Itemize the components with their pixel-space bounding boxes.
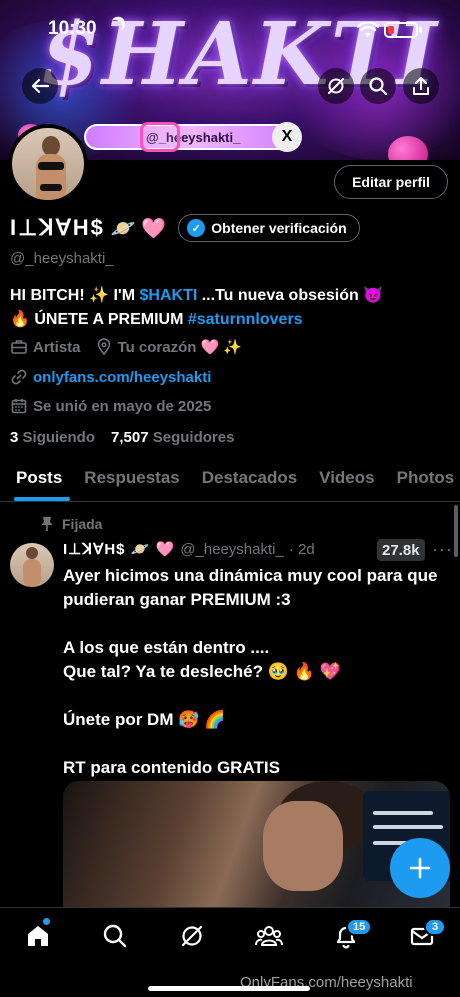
avatar-figure — [38, 162, 64, 170]
plus-icon — [409, 857, 431, 879]
post-author-name[interactable]: I⊥ꓘ∀H$ 🪐 🩷 — [63, 540, 175, 558]
post-more-icon[interactable]: ··· — [432, 539, 453, 560]
scrollbar[interactable] — [454, 505, 458, 557]
follow-stats: 3 Siguiendo 7,507 Seguidores — [10, 429, 234, 446]
media-screen-text — [373, 825, 443, 829]
active-tab-indicator — [14, 497, 70, 501]
profile-name-row: I⊥ꓘ∀H$ 🪐 🩷 ✓ Obtener verificación — [10, 214, 360, 242]
tab-highlights[interactable]: Destacados — [191, 456, 308, 501]
post-text: Ayer hicimos una dinámica muy cool para … — [63, 566, 438, 777]
communities-icon — [255, 926, 283, 946]
status-bar: 10:30 — [0, 0, 460, 60]
focus-moon-icon — [106, 18, 124, 36]
briefcase-icon — [11, 340, 27, 354]
get-verified-label: Obtener verificación — [211, 220, 347, 236]
status-time: 10:30 — [48, 18, 97, 39]
cashtag-link[interactable]: $HAKTI — [140, 287, 198, 304]
compose-post-button[interactable] — [390, 838, 450, 898]
profile-category: Artista — [10, 338, 81, 356]
tab-replies[interactable]: Respuestas — [73, 456, 190, 501]
tab-label: Respuestas — [84, 468, 180, 487]
avatar-figure — [23, 559, 41, 587]
home-icon — [28, 926, 48, 946]
tab-label: Posts — [16, 468, 63, 487]
media-figure — [263, 801, 343, 891]
post-views-badge: 27.8k — [377, 539, 425, 561]
followers-label: Seguidores — [152, 429, 235, 446]
bio-text: ...Tu nueva obsesión 😈 — [197, 287, 384, 304]
share-button[interactable] — [403, 68, 439, 104]
name-emojis: 🪐 🩷 — [110, 217, 167, 240]
post-avatar[interactable] — [10, 543, 54, 587]
following-link[interactable]: 3 Siguiendo — [10, 429, 95, 446]
profile-handle: @_heeyshakti_ — [10, 250, 114, 267]
location-pin-icon — [97, 338, 110, 356]
followers-link[interactable]: 7,507 Seguidores — [111, 429, 234, 446]
avatar-figure — [42, 136, 60, 156]
pinned-label: Fijada — [62, 516, 103, 532]
nav-communities[interactable] — [255, 922, 283, 950]
get-verified-button[interactable]: ✓ Obtener verificación — [178, 214, 360, 242]
tab-posts[interactable]: Posts — [0, 456, 73, 501]
grok-icon — [181, 925, 203, 947]
hashtag-link[interactable]: #saturnnlovers — [188, 311, 303, 328]
edit-profile-button[interactable]: Editar perfil — [334, 165, 448, 199]
display-name: I⊥ꓘ∀H$ — [10, 215, 105, 240]
nav-home[interactable] — [24, 922, 52, 950]
wifi-icon — [357, 22, 379, 37]
pin-icon — [41, 517, 53, 531]
x-logo-icon: X — [272, 122, 302, 152]
home-indicator — [148, 986, 310, 991]
search-button[interactable] — [360, 68, 396, 104]
search-icon — [103, 924, 127, 948]
following-label: Siguiendo — [22, 429, 96, 446]
search-icon — [369, 77, 388, 96]
instagram-icon — [140, 122, 180, 152]
home-notification-dot — [43, 918, 50, 925]
media-screen-text — [373, 811, 433, 815]
profile-location: Tu corazón 🩷 ✨ — [95, 338, 243, 356]
link-icon — [11, 369, 27, 385]
profile-avatar[interactable] — [8, 124, 88, 204]
share-icon — [413, 77, 429, 95]
notifications-badge: 15 — [346, 918, 373, 936]
joined-text: Se unió en mayo de 2025 — [33, 397, 212, 415]
profile-website[interactable]: onlyfans.com/heeyshakti — [10, 368, 211, 386]
avatar-figure — [40, 184, 62, 191]
avatar-figure — [26, 547, 38, 559]
bio-text: HI BITCH! ✨ I'M — [10, 287, 140, 304]
followers-count: 7,507 — [111, 429, 149, 446]
grok-button[interactable] — [318, 68, 354, 104]
tab-label: Videos — [319, 468, 375, 487]
banner-handle-pill: @_heeyshakti_ — [84, 124, 300, 150]
post-time: · 2d — [288, 540, 315, 558]
profile-meta: Artista Tu corazón 🩷 ✨ — [10, 338, 242, 356]
location-text: Tu corazón 🩷 ✨ — [117, 339, 243, 356]
profile-tabs: Posts Respuestas Destacados Videos Photo… — [0, 456, 460, 502]
nav-search[interactable] — [101, 922, 129, 950]
profile-joined: Se unió en mayo de 2025 — [10, 397, 211, 415]
pinned-indicator: Fijada — [40, 516, 102, 532]
back-button[interactable] — [22, 68, 58, 104]
following-count: 3 — [10, 429, 19, 446]
bio-text: 🔥 ÚNETE A PREMIUM — [10, 311, 188, 328]
calendar-icon — [11, 399, 27, 414]
verified-check-icon: ✓ — [187, 219, 206, 237]
website-link[interactable]: onlyfans.com/heeyshakti — [33, 369, 211, 386]
back-arrow-icon — [31, 78, 50, 94]
battery-nub — [419, 27, 422, 33]
tab-photos[interactable]: Photos — [386, 456, 460, 501]
post-author-handle[interactable]: @_heeyshakti_ — [180, 541, 284, 558]
category-text: Artista — [33, 338, 81, 356]
nav-grok[interactable] — [178, 922, 206, 950]
tab-label: Destacados — [201, 468, 298, 487]
post-media[interactable] — [63, 781, 450, 921]
tab-label: Photos — [396, 468, 455, 487]
messages-badge: 3 — [424, 918, 446, 936]
battery-icon — [384, 22, 418, 38]
profile-bio: HI BITCH! ✨ I'M $HAKTI ...Tu nueva obses… — [10, 284, 450, 332]
grok-icon — [328, 78, 344, 94]
tab-videos[interactable]: Videos — [308, 456, 385, 501]
